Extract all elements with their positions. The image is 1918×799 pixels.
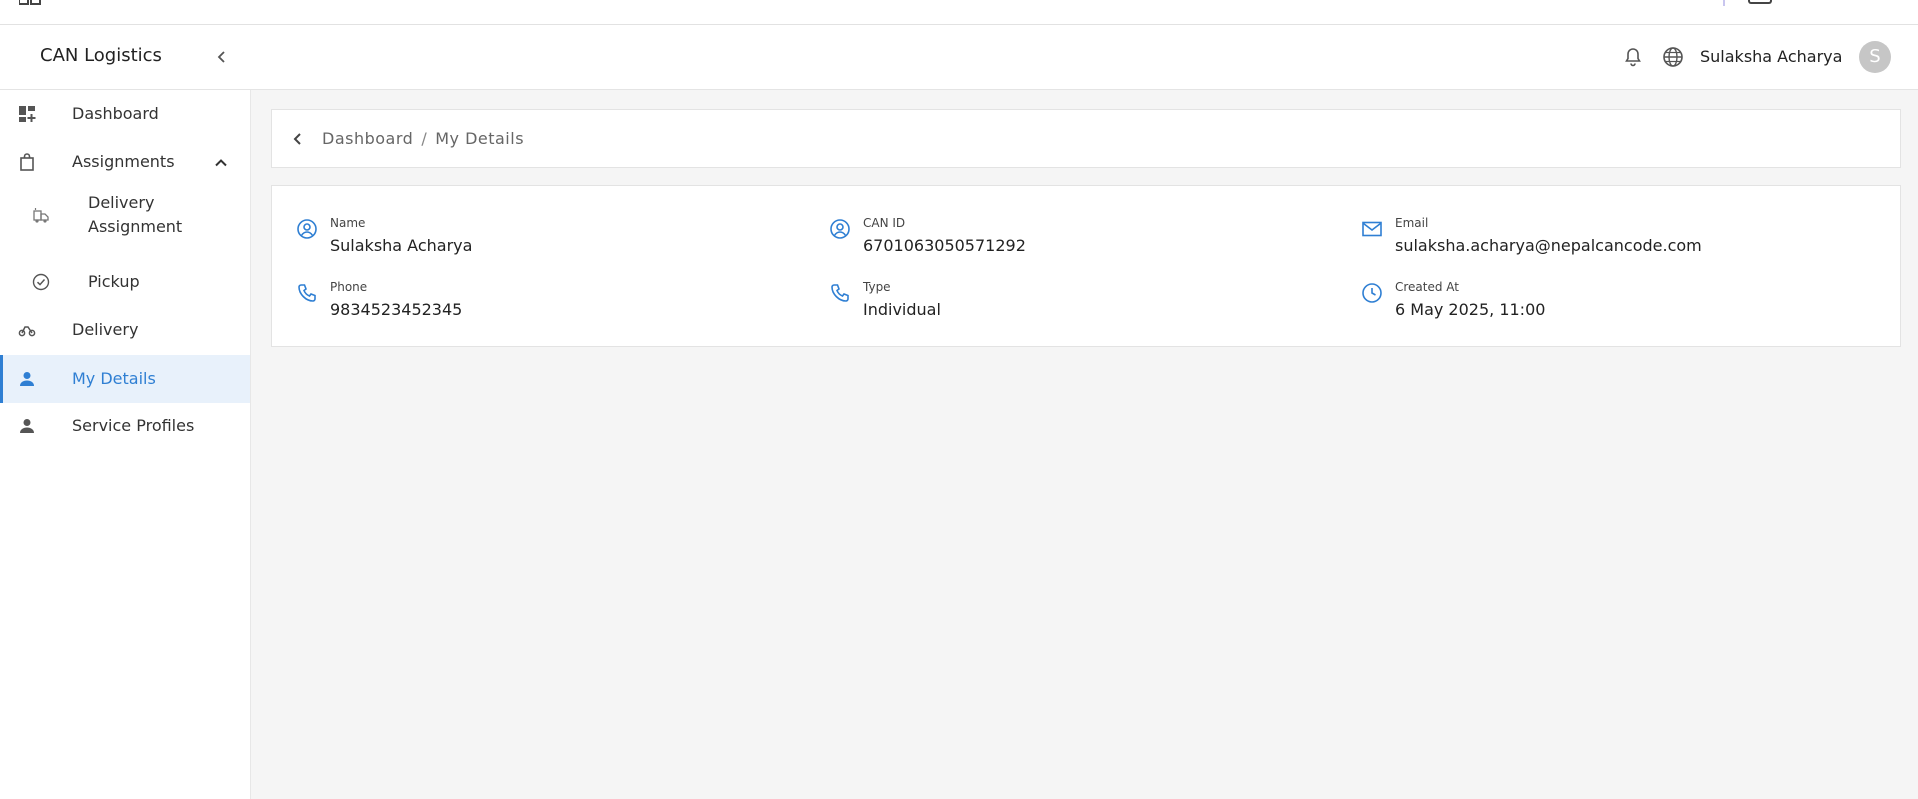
field-value: 9834523452345 xyxy=(330,300,463,319)
divider xyxy=(1723,0,1725,6)
sidebar-item-label: Dashboard xyxy=(72,104,159,123)
account-circle-icon xyxy=(830,219,850,239)
sidebar-item-service-profiles[interactable]: Service Profiles xyxy=(0,406,250,446)
sidebar-item-delivery[interactable]: Delivery xyxy=(0,310,250,350)
phone-icon xyxy=(831,284,849,302)
sidebar-item-dashboard[interactable]: Dashboard xyxy=(0,94,250,134)
my-details-card: Name Sulaksha Acharya CAN ID 67010630505… xyxy=(271,185,1901,347)
field-label: Phone xyxy=(330,280,368,294)
field-value: Individual xyxy=(863,300,941,319)
check-circle-icon xyxy=(32,273,50,291)
notification-bell-icon[interactable] xyxy=(1621,45,1645,69)
field-value: 6 May 2025, 11:00 xyxy=(1395,300,1546,319)
user-name[interactable]: Sulaksha Acharya xyxy=(1700,47,1842,66)
account-circle-icon xyxy=(297,219,317,239)
sidebar-item-label: Pickup xyxy=(88,272,140,291)
sidebar-item-delivery-assignment[interactable]: Delivery Assignment xyxy=(0,190,250,240)
phone-icon xyxy=(298,284,316,302)
breadcrumb-link-dashboard[interactable]: Dashboard xyxy=(322,129,413,148)
dashboard-icon xyxy=(19,106,36,122)
back-arrow-icon[interactable] xyxy=(289,130,307,148)
sidebar-item-label: Delivery Assignment xyxy=(88,193,183,236)
apps-icon[interactable] xyxy=(19,0,41,5)
breadcrumb-trail: Dashboard / My Details xyxy=(322,129,524,148)
sidebar-item-label: My Details xyxy=(72,369,156,388)
field-value: Sulaksha Acharya xyxy=(330,236,473,255)
field-value: sulaksha.acharya@nepalcancode.com xyxy=(1395,236,1702,255)
field-label: Email xyxy=(1395,216,1429,230)
mail-icon xyxy=(1362,221,1382,237)
collapse-sidebar-icon[interactable] xyxy=(211,46,233,68)
scooter-icon xyxy=(18,326,36,337)
field-label: Type xyxy=(863,280,891,294)
chevron-up-icon[interactable] xyxy=(212,154,230,172)
breadcrumb-separator: / xyxy=(421,129,428,148)
field-label: CAN ID xyxy=(863,216,906,230)
sidebar: Dashboard Assignments Delivery Assignmen… xyxy=(0,90,251,799)
avatar[interactable]: S xyxy=(1859,41,1891,73)
breadcrumb-current: My Details xyxy=(435,129,525,148)
sidebar-item-label: Assignments xyxy=(72,152,175,171)
breadcrumb: Dashboard / My Details xyxy=(271,109,1901,168)
bag-icon xyxy=(20,153,34,171)
sidebar-item-label: Delivery xyxy=(72,320,139,339)
sidebar-item-my-details[interactable]: My Details xyxy=(0,355,250,403)
sidebar-item-assignments[interactable]: Assignments xyxy=(0,142,250,182)
active-indicator xyxy=(0,355,3,403)
clock-icon xyxy=(1362,283,1382,303)
person-icon xyxy=(20,419,34,433)
sidebar-item-pickup[interactable]: Pickup xyxy=(0,262,250,302)
app-header: CAN Logistics Sulaksha Acharya S xyxy=(0,25,1918,90)
delivery-truck-icon xyxy=(33,208,49,223)
top-strip xyxy=(0,0,1918,25)
field-label: Name xyxy=(330,216,366,230)
language-globe-icon[interactable] xyxy=(1661,45,1685,69)
brand-title: CAN Logistics xyxy=(40,45,162,66)
field-label: Created At xyxy=(1395,280,1460,294)
window-icon[interactable] xyxy=(1748,0,1772,4)
field-value: 6701063050571292 xyxy=(863,236,1026,255)
sidebar-item-label: Service Profiles xyxy=(72,416,195,435)
person-icon xyxy=(20,372,34,386)
